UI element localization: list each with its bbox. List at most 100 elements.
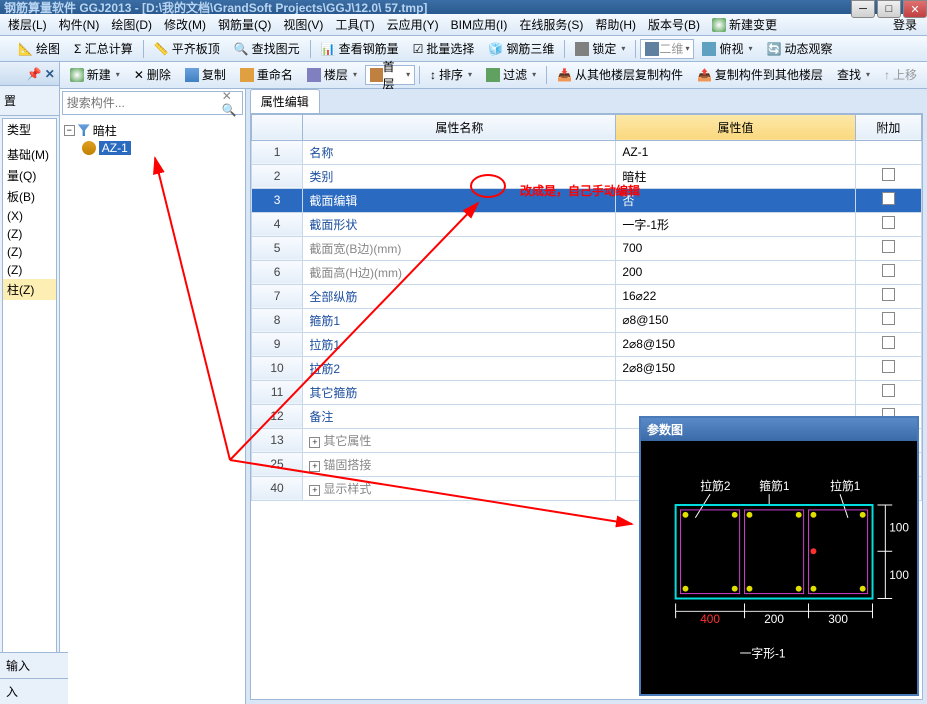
tb-view-rebar[interactable]: 📊 查看钢筋量 (315, 38, 405, 59)
prop-value-cell[interactable]: AZ-1 (616, 140, 855, 164)
checkbox[interactable] (882, 384, 895, 397)
tb-rebar-3d[interactable]: 🧊 钢筋三维 (482, 38, 560, 59)
checkbox[interactable] (882, 360, 895, 373)
prop-add-cell[interactable] (855, 164, 921, 188)
tb-2d-combo[interactable]: 二维 (640, 39, 694, 59)
prop-name-cell[interactable]: 拉筋2 (303, 356, 616, 380)
prop-value-cell[interactable]: 700 (616, 236, 855, 260)
left-item-column[interactable]: 柱(Z) (3, 279, 56, 300)
checkbox[interactable] (882, 192, 895, 205)
menu-tools[interactable]: 工具(T) (329, 14, 380, 35)
left-item-z1[interactable]: (Z) (3, 225, 56, 243)
prop-name-cell[interactable]: +锚固搭接 (303, 452, 616, 476)
prop-value-cell[interactable]: 否 (616, 188, 855, 212)
table-row[interactable]: 11其它箍筋 (251, 380, 921, 404)
tb-copy[interactable]: 复制 (179, 64, 232, 85)
prop-add-cell[interactable] (855, 308, 921, 332)
tb-floor-label[interactable]: 楼层 (301, 64, 363, 85)
maximize-button[interactable]: □ (877, 0, 901, 18)
table-row[interactable]: 1名称AZ-1 (251, 140, 921, 164)
menu-version[interactable]: 版本号(B) (642, 14, 706, 35)
prop-value-cell[interactable]: 16⌀22 (616, 284, 855, 308)
tb-delete[interactable]: ✕ 删除 (128, 64, 177, 85)
prop-name-cell[interactable]: 备注 (303, 404, 616, 428)
bottom-input[interactable]: 输入 (0, 652, 68, 678)
menu-floor[interactable]: 楼层(L) (2, 14, 53, 35)
tb-find[interactable]: 查找 (831, 64, 876, 85)
checkbox[interactable] (882, 288, 895, 301)
table-row[interactable]: 5截面宽(B边)(mm)700 (251, 236, 921, 260)
table-row[interactable]: 6截面高(H边)(mm)200 (251, 260, 921, 284)
tb-copy-to-floor[interactable]: 📤 复制构件到其他楼层 (691, 64, 829, 85)
prop-add-cell[interactable] (855, 332, 921, 356)
login-button[interactable]: 登录 (885, 16, 925, 33)
tb-draw-input[interactable]: 📐 绘图 (12, 38, 66, 59)
prop-value-cell[interactable]: 2⌀8@150 (616, 332, 855, 356)
prop-name-cell[interactable]: 截面宽(B边)(mm) (303, 236, 616, 260)
tb-topview[interactable]: 俯视 (696, 38, 758, 59)
prop-name-cell[interactable]: 名称 (303, 140, 616, 164)
prop-add-cell[interactable] (855, 236, 921, 260)
search-clear-icon[interactable]: ✕ 🔍 (222, 89, 238, 117)
table-row[interactable]: 8箍筋1⌀8@150 (251, 308, 921, 332)
tb-batch-select[interactable]: ☑ 批量选择 (407, 38, 481, 59)
prop-add-cell[interactable] (855, 188, 921, 212)
left-item-x[interactable]: (X) (3, 207, 56, 225)
tree-root[interactable]: − 暗柱 (64, 121, 241, 140)
prop-name-cell[interactable]: 全部纵筋 (303, 284, 616, 308)
tree-child-az1[interactable]: AZ-1 (82, 140, 241, 156)
prop-value-cell[interactable]: 暗柱 (616, 164, 855, 188)
search-input[interactable] (67, 96, 222, 110)
left-item-type[interactable]: 类型 (3, 119, 56, 140)
prop-value-cell[interactable] (616, 380, 855, 404)
prop-add-cell[interactable] (855, 284, 921, 308)
minimize-button[interactable]: ─ (851, 0, 875, 18)
new-change-button[interactable]: 新建变更 (706, 14, 783, 35)
tb-sort[interactable]: ↕ 排序 (424, 64, 478, 85)
menu-online[interactable]: 在线服务(S) (513, 14, 589, 35)
menu-modify[interactable]: 修改(M) (158, 14, 212, 35)
table-row[interactable]: 10拉筋22⌀8@150 (251, 356, 921, 380)
tb-rename[interactable]: 重命名 (234, 64, 299, 85)
prop-name-cell[interactable]: 拉筋1 (303, 332, 616, 356)
checkbox[interactable] (882, 240, 895, 253)
menu-view[interactable]: 视图(V) (277, 14, 329, 35)
table-row[interactable]: 7全部纵筋16⌀22 (251, 284, 921, 308)
prop-add-cell[interactable] (855, 260, 921, 284)
menu-cloud[interactable]: 云应用(Y) (381, 14, 445, 35)
prop-add-cell[interactable] (855, 356, 921, 380)
prop-value-cell[interactable]: 2⌀8@150 (616, 356, 855, 380)
prop-name-cell[interactable]: +显示样式 (303, 476, 616, 500)
bottom-in[interactable]: 入 (0, 678, 68, 704)
checkbox[interactable] (882, 216, 895, 229)
prop-name-cell[interactable]: 截面高(H边)(mm) (303, 260, 616, 284)
tree-toggle-icon[interactable]: − (64, 125, 75, 136)
prop-name-cell[interactable]: +其它属性 (303, 428, 616, 452)
table-row[interactable]: 9拉筋12⌀8@150 (251, 332, 921, 356)
prop-add-cell[interactable] (855, 212, 921, 236)
tb-sum-calc[interactable]: Σ 汇总计算 (68, 38, 139, 59)
menu-draw[interactable]: 绘图(D) (105, 14, 158, 35)
menu-rebar-qty[interactable]: 钢筋量(Q) (212, 14, 277, 35)
menu-component[interactable]: 构件(N) (53, 14, 106, 35)
table-row[interactable]: 4截面形状一字-1形 (251, 212, 921, 236)
menu-bim[interactable]: BIM应用(I) (445, 14, 514, 35)
prop-value-cell[interactable]: 200 (616, 260, 855, 284)
prop-value-cell[interactable]: 一字-1形 (616, 212, 855, 236)
tb-up[interactable]: ↑ 上移 (878, 64, 923, 85)
checkbox[interactable] (882, 336, 895, 349)
prop-name-cell[interactable]: 箍筋1 (303, 308, 616, 332)
expand-icon[interactable]: + (309, 485, 320, 496)
tb-orbit[interactable]: 🔄 动态观察 (760, 38, 838, 59)
checkbox[interactable] (882, 264, 895, 277)
tb-lock[interactable]: 锁定 (569, 38, 631, 59)
left-item-beam[interactable]: 量(Q) (3, 165, 56, 186)
tb-align-slab[interactable]: 📏 平齐板顶 (148, 38, 226, 59)
close-button[interactable]: ✕ (903, 0, 927, 18)
left-item-z2[interactable]: (Z) (3, 243, 56, 261)
left-item-slab[interactable]: 板(B) (3, 186, 56, 207)
checkbox[interactable] (882, 312, 895, 325)
tb-copy-from-floor[interactable]: 📥 从其他楼层复制构件 (551, 64, 689, 85)
prop-value-cell[interactable]: ⌀8@150 (616, 308, 855, 332)
tb-filter[interactable]: 过滤 (480, 64, 542, 85)
